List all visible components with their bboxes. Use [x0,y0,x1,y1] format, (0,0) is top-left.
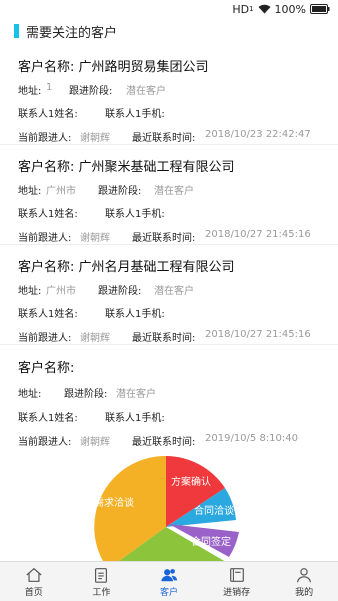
battery-icon [310,4,330,14]
contact-phone-label: 联系人1手机: [105,309,165,320]
tab-mine[interactable]: 我的 [270,562,338,601]
tab-work-label: 工作 [92,587,111,598]
tab-home[interactable]: 首页 [0,562,68,601]
last-contact-label: 最近联系时间: [132,333,196,344]
network-indicator: HD 1 [232,3,253,16]
last-contact-value: 2019/10/5 8:10:40 [205,433,299,444]
section-accent-bar [14,24,19,38]
owner-value: 谢朝辉 [80,233,110,244]
owner-value: 谢朝辉 [80,133,110,144]
last-contact-value: 2018/10/23 22:42:47 [205,129,311,140]
pie-label-demand: 需求洽谈 [94,496,134,509]
customer-name-line: 客户名称: 广州名月基础工程有限公司 [18,256,235,275]
network-label: HD [232,2,250,16]
book-icon [229,567,244,582]
owner-label: 当前跟进人: [18,333,72,344]
address-value: 1 [46,82,53,93]
customer-name-line: 客户名称: 广州路明贸易集团公司 [18,56,209,75]
owner-label: 当前跟进人: [18,233,72,244]
owner-value: 谢朝辉 [80,437,110,448]
tab-work[interactable]: 工作 [68,562,136,601]
pie-label-contract-signed: 合同签定 [191,535,231,548]
clipboard-icon [95,567,108,583]
stage-label: 跟进阶段: [69,86,113,97]
last-contact-value: 2018/10/27 21:45:16 [205,229,311,240]
contact-name-label: 联系人1姓名: [18,413,78,424]
address-value: 广州市 [46,186,76,197]
customer-card[interactable]: 客户名称: 广州聚米基础工程有限公司 地址: 广州市 跟进阶段: 潜在客户 联系… [0,148,338,245]
address-label: 地址: [18,186,42,197]
last-contact-value: 2018/10/27 21:45:16 [205,329,311,340]
stage-value: 潜在客户 [154,186,194,197]
tab-inventory-label: 进销存 [223,587,251,598]
last-contact-label: 最近联系时间: [132,233,196,244]
address-label: 地址: [18,86,42,97]
battery-percent: 100% [274,2,306,16]
address-label: 地址: [18,389,42,400]
contact-phone-label: 联系人1手机: [105,109,165,120]
status-bar: HD 1 100% [0,0,338,18]
address-label: 地址: [18,286,42,297]
tab-customers-label: 客户 [159,587,178,598]
contact-name-label: 联系人1姓名: [18,309,78,320]
customer-name: 广州名月基础工程有限公司 [78,260,235,275]
customer-card[interactable]: 客户名称: 广州名月基础工程有限公司 地址: 广州市 跟进阶段: 潜在客户 联系… [0,248,338,345]
contact-phone-label: 联系人1手机: [105,413,165,424]
stage-label: 跟进阶段: [64,389,108,400]
customer-name: 广州聚米基础工程有限公司 [78,160,235,175]
last-contact-label: 最近联系时间: [132,133,196,144]
wifi-icon [258,4,271,14]
stage-label: 跟进阶段: [98,286,142,297]
stage-value: 潜在客户 [116,389,156,400]
customer-name-line: 客户名称: [18,357,74,376]
tab-inventory[interactable]: 进销存 [203,562,271,601]
stage-pie-chart[interactable]: 需求洽谈 方案确认 合同洽谈 合同签定 [91,452,251,562]
name-label: 客户名称: [18,260,75,275]
customer-card[interactable]: 客户名称: 广州路明贸易集团公司 地址: 1 跟进阶段: 潜在客户 联系人1姓名… [0,48,338,145]
users-icon [161,568,178,581]
owner-value: 谢朝辉 [80,333,110,344]
section-title: 需要关注的客户 [26,25,118,41]
customer-name: 广州路明贸易集团公司 [78,60,209,75]
name-label: 客户名称: [18,361,75,376]
tab-mine-label: 我的 [295,587,314,598]
owner-label: 当前跟进人: [18,437,72,448]
customer-name-line: 客户名称: 广州聚米基础工程有限公司 [18,156,235,175]
address-value: 广州市 [46,286,76,297]
tab-customers[interactable]: 客户 [135,562,203,601]
pie-label-solution: 方案确认 [171,475,211,488]
bottom-tab-bar: 首页 工作 客户 进销存 我的 [0,561,338,601]
stage-value: 潜在客户 [126,86,166,97]
name-label: 客户名称: [18,160,75,175]
customer-card[interactable]: 客户名称: 地址: 跟进阶段: 潜在客户 联系人1姓名: 联系人1手机: 当前跟… [0,348,338,448]
person-icon [297,567,312,582]
tab-home-label: 首页 [24,587,43,598]
contact-name-label: 联系人1姓名: [18,109,78,120]
last-contact-label: 最近联系时间: [132,437,196,448]
stage-value: 潜在客户 [154,286,194,297]
contact-name-label: 联系人1姓名: [18,209,78,220]
contact-phone-label: 联系人1手机: [105,209,165,220]
pie-label-contract-talk: 合同洽谈 [194,504,234,517]
section-header: 需要关注的客户 [14,22,118,41]
owner-label: 当前跟进人: [18,133,72,144]
network-sup: 1 [249,5,254,13]
home-icon [26,567,42,582]
name-label: 客户名称: [18,60,75,75]
stage-label: 跟进阶段: [98,186,142,197]
